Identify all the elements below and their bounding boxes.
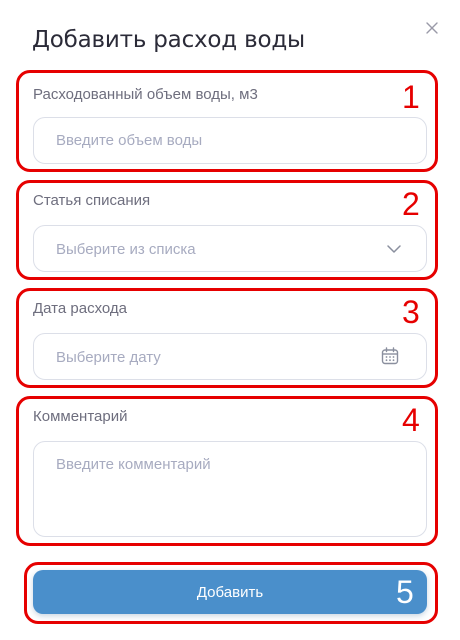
volume-label: Расходованный объем воды, м3: [33, 86, 258, 103]
volume-input[interactable]: [34, 118, 426, 163]
annotation-number-2: 2: [402, 186, 420, 222]
annotation-number-1: 1: [402, 79, 420, 115]
annotation-number-4: 4: [402, 402, 420, 438]
chevron-down-icon[interactable]: [386, 242, 402, 260]
annotation-number-3: 3: [402, 294, 420, 330]
writeoff-select[interactable]: Выберите из списка: [33, 225, 427, 272]
writeoff-placeholder: Выберите из списка: [56, 241, 196, 258]
date-label: Дата расхода: [33, 300, 128, 317]
date-field[interactable]: Выберите дату: [33, 333, 427, 380]
modal-title: Добавить расход воды: [32, 27, 306, 53]
annotation-number-5: 5: [396, 574, 414, 610]
add-button[interactable]: Добавить: [33, 570, 427, 614]
writeoff-label: Статья списания: [33, 192, 151, 209]
calendar-icon[interactable]: [380, 346, 400, 371]
date-placeholder: Выберите дату: [56, 349, 161, 366]
comment-label: Комментарий: [33, 408, 128, 425]
comment-textarea[interactable]: [34, 442, 426, 536]
add-water-expense-modal: Добавить расход воды 1 Расходованный объ…: [0, 0, 460, 640]
close-icon[interactable]: [424, 20, 440, 36]
volume-field[interactable]: [33, 117, 427, 164]
comment-field[interactable]: [33, 441, 427, 537]
